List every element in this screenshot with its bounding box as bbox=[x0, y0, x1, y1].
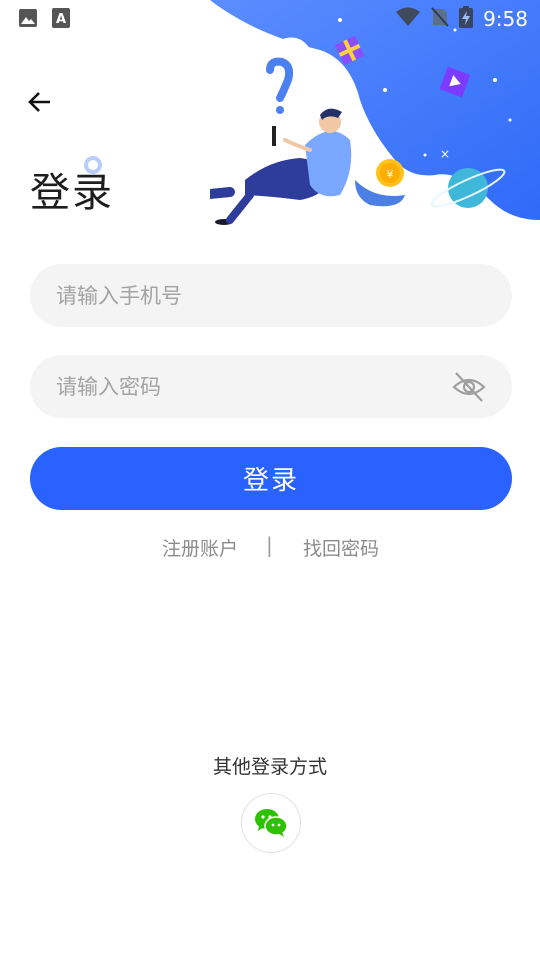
arrow-left-icon bbox=[28, 92, 50, 112]
wifi-icon bbox=[395, 7, 421, 31]
status-time: 9:58 bbox=[483, 7, 528, 31]
wechat-login-button[interactable] bbox=[241, 793, 301, 853]
login-button[interactable]: 登录 bbox=[30, 447, 512, 510]
svg-text:×: × bbox=[345, 77, 355, 91]
status-bar: A 9:58 bbox=[0, 0, 540, 36]
phone-input[interactable] bbox=[30, 283, 512, 308]
page-title: 登录 bbox=[30, 170, 114, 216]
link-separator: | bbox=[266, 533, 273, 557]
no-sim-icon bbox=[431, 7, 449, 31]
svg-text:×: × bbox=[440, 147, 450, 161]
password-visibility-toggle[interactable] bbox=[450, 368, 488, 406]
register-link[interactable]: 注册账户 bbox=[162, 534, 238, 561]
other-login-title: 其他登录方式 bbox=[212, 756, 327, 778]
battery-charging-icon bbox=[459, 6, 474, 32]
forgot-password-link[interactable]: 找回密码 bbox=[303, 534, 379, 561]
eye-off-icon bbox=[452, 372, 486, 402]
image-icon bbox=[18, 8, 38, 32]
password-field bbox=[30, 355, 512, 418]
text-a-icon: A bbox=[52, 8, 70, 32]
password-input[interactable] bbox=[30, 374, 512, 399]
wechat-icon bbox=[255, 809, 288, 837]
back-button[interactable] bbox=[22, 84, 58, 120]
svg-text:¥: ¥ bbox=[387, 168, 394, 181]
svg-text:A: A bbox=[56, 12, 66, 27]
phone-field bbox=[30, 264, 512, 327]
auth-links: 注册账户 | 找回密码 bbox=[0, 533, 540, 561]
